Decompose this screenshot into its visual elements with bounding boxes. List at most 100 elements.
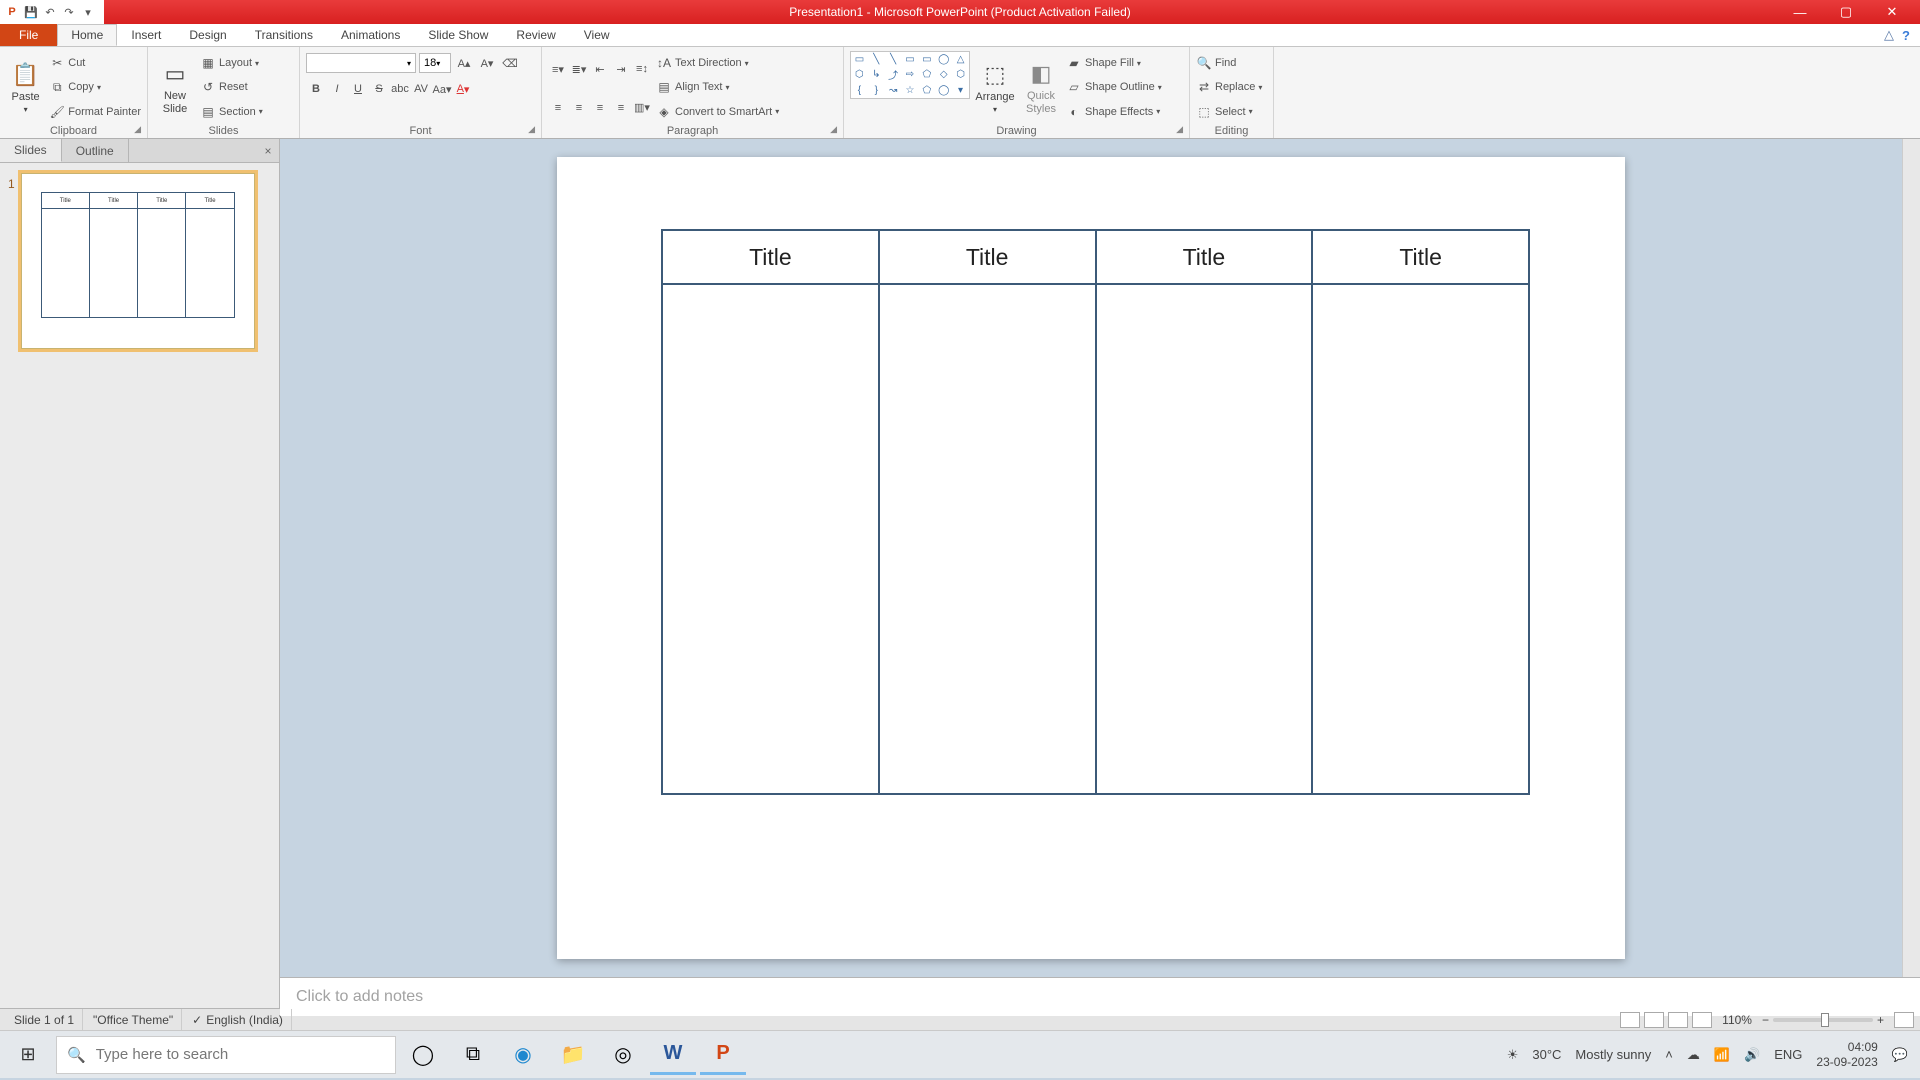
weather-temp[interactable]: 30°C (1532, 1047, 1561, 1062)
convert-smartart-button[interactable]: ◈Convert to SmartArt ▾ (656, 101, 779, 123)
zoom-out-button[interactable]: − (1762, 1013, 1769, 1027)
underline-button[interactable]: U (348, 79, 368, 99)
slide-show-button[interactable] (1692, 1012, 1712, 1028)
reading-view-button[interactable] (1668, 1012, 1688, 1028)
tab-insert[interactable]: Insert (117, 24, 175, 46)
chrome-icon[interactable]: ◎ (600, 1035, 646, 1075)
clipboard-launcher-icon[interactable]: ◢ (134, 124, 141, 135)
numbering-button[interactable]: ≣▾ (569, 59, 589, 79)
start-button[interactable]: ⊞ (4, 1035, 52, 1075)
font-launcher-icon[interactable]: ◢ (528, 124, 535, 135)
minimize-button[interactable]: — (1778, 1, 1822, 23)
onedrive-icon[interactable]: ☁ (1687, 1047, 1700, 1063)
clock[interactable]: 04:09 23-09-2023 (1816, 1040, 1877, 1069)
maximize-button[interactable]: ▢ (1824, 1, 1868, 23)
task-view-icon[interactable]: ⧉ (450, 1035, 496, 1075)
language-icon[interactable]: ENG (1774, 1047, 1802, 1062)
weather-text[interactable]: Mostly sunny (1575, 1047, 1651, 1062)
reset-button[interactable]: ↺Reset (200, 76, 263, 98)
outline-tab[interactable]: Outline (62, 139, 129, 162)
change-case-button[interactable]: Aa▾ (432, 79, 452, 99)
tab-file[interactable]: File (0, 24, 57, 46)
align-left-button[interactable]: ≡ (548, 98, 568, 118)
wifi-icon[interactable]: 📶 (1714, 1047, 1730, 1063)
shape-outline-button[interactable]: ▱Shape Outline ▾ (1066, 76, 1162, 98)
layout-button[interactable]: ▦Layout ▾ (200, 52, 263, 74)
bullets-button[interactable]: ≡▾ (548, 59, 568, 79)
justify-button[interactable]: ≡ (611, 98, 631, 118)
copy-button[interactable]: ⧉Copy ▾ (49, 76, 141, 98)
align-text-button[interactable]: ▤Align Text ▾ (656, 76, 779, 98)
paste-button[interactable]: 📋 Paste ▾ (6, 51, 45, 124)
file-explorer-icon[interactable]: 📁 (550, 1035, 596, 1075)
italic-button[interactable]: I (327, 79, 347, 99)
weather-icon[interactable]: ☀ (1507, 1047, 1519, 1063)
close-panel-button[interactable]: × (257, 139, 279, 162)
tab-transitions[interactable]: Transitions (241, 24, 327, 46)
table-header[interactable]: Title (1313, 231, 1528, 285)
find-button[interactable]: 🔍Find (1196, 52, 1262, 74)
slides-tab[interactable]: Slides (0, 139, 62, 162)
close-button[interactable]: ✕ (1870, 1, 1914, 23)
slide[interactable]: Title Title Title Title (557, 157, 1625, 959)
zoom-in-button[interactable]: + (1877, 1013, 1884, 1027)
strikethrough-button[interactable]: S (369, 79, 389, 99)
cortana-icon[interactable]: ◯ (400, 1035, 446, 1075)
decrease-indent-button[interactable]: ⇤ (590, 59, 610, 79)
undo-icon[interactable]: ↶ (42, 4, 58, 20)
tray-chevron-icon[interactable]: ˄ (1665, 1047, 1673, 1062)
save-icon[interactable]: 💾 (23, 4, 39, 20)
tab-home[interactable]: Home (57, 24, 117, 46)
help-icon[interactable]: ? (1902, 28, 1910, 43)
new-slide-button[interactable]: ▭ New Slide (154, 51, 196, 124)
section-button[interactable]: ▤Section ▾ (200, 101, 263, 123)
word-icon[interactable]: W (650, 1035, 696, 1075)
tab-slide-show[interactable]: Slide Show (414, 24, 502, 46)
shapes-gallery[interactable]: ▭╲╲▭▭◯△ ⬡↳⤴⇨⬠◇⬡ {}↝☆⬠◯▾ (850, 51, 970, 99)
notes-pane[interactable]: Click to add notes (280, 977, 1920, 1016)
shape-effects-button[interactable]: ◐Shape Effects ▾ (1066, 101, 1162, 123)
qat-customize-icon[interactable]: ▾ (80, 4, 96, 20)
table-header[interactable]: Title (880, 231, 1095, 285)
font-color-button[interactable]: A▾ (453, 79, 473, 99)
columns-button[interactable]: ▥▾ (632, 98, 652, 118)
shrink-font-button[interactable]: A▾ (477, 53, 497, 73)
text-shadow-button[interactable]: abc (390, 79, 410, 99)
slide-sorter-button[interactable] (1644, 1012, 1664, 1028)
tab-view[interactable]: View (570, 24, 624, 46)
arrange-button[interactable]: ⬚ Arrange▾ (974, 51, 1016, 124)
clear-formatting-button[interactable]: ⌫ (500, 53, 520, 73)
notifications-icon[interactable]: 💬 (1892, 1047, 1908, 1063)
volume-icon[interactable]: 🔊 (1744, 1047, 1760, 1063)
select-button[interactable]: ⬚Select ▾ (1196, 101, 1262, 123)
char-spacing-button[interactable]: AV (411, 79, 431, 99)
zoom-slider[interactable] (1773, 1018, 1873, 1022)
grow-font-button[interactable]: A▴ (454, 53, 474, 73)
taskbar-search[interactable]: 🔍 Type here to search (56, 1036, 396, 1074)
tab-design[interactable]: Design (175, 24, 240, 46)
increase-indent-button[interactable]: ⇥ (611, 59, 631, 79)
fit-to-window-button[interactable] (1894, 1012, 1914, 1028)
line-spacing-button[interactable]: ≡↕ (632, 59, 652, 79)
normal-view-button[interactable] (1620, 1012, 1640, 1028)
redo-icon[interactable]: ↷ (61, 4, 77, 20)
shape-fill-button[interactable]: ▰Shape Fill ▾ (1066, 52, 1162, 74)
minimize-ribbon-icon[interactable]: △ (1884, 27, 1894, 43)
tab-review[interactable]: Review (502, 24, 569, 46)
font-name-combo[interactable]: ▾ (306, 53, 416, 73)
align-right-button[interactable]: ≡ (590, 98, 610, 118)
tab-animations[interactable]: Animations (327, 24, 414, 46)
format-painter-button[interactable]: 🖌Format Painter (49, 101, 141, 123)
cut-button[interactable]: ✂Cut (49, 52, 141, 74)
quick-styles-button[interactable]: ◧ Quick Styles (1020, 51, 1062, 124)
text-direction-button[interactable]: ↕AText Direction ▾ (656, 52, 779, 74)
table-header[interactable]: Title (1097, 231, 1312, 285)
edge-icon[interactable]: ◉ (500, 1035, 546, 1075)
vertical-scrollbar[interactable] (1902, 139, 1920, 977)
paragraph-launcher-icon[interactable]: ◢ (830, 124, 837, 135)
bold-button[interactable]: B (306, 79, 326, 99)
table-header[interactable]: Title (663, 231, 878, 285)
slide-table[interactable]: Title Title Title Title (661, 229, 1530, 795)
slide-thumbnail-1[interactable]: 1 Title Title Title Title (8, 173, 271, 349)
status-language[interactable]: ✓English (India) (184, 1009, 292, 1030)
